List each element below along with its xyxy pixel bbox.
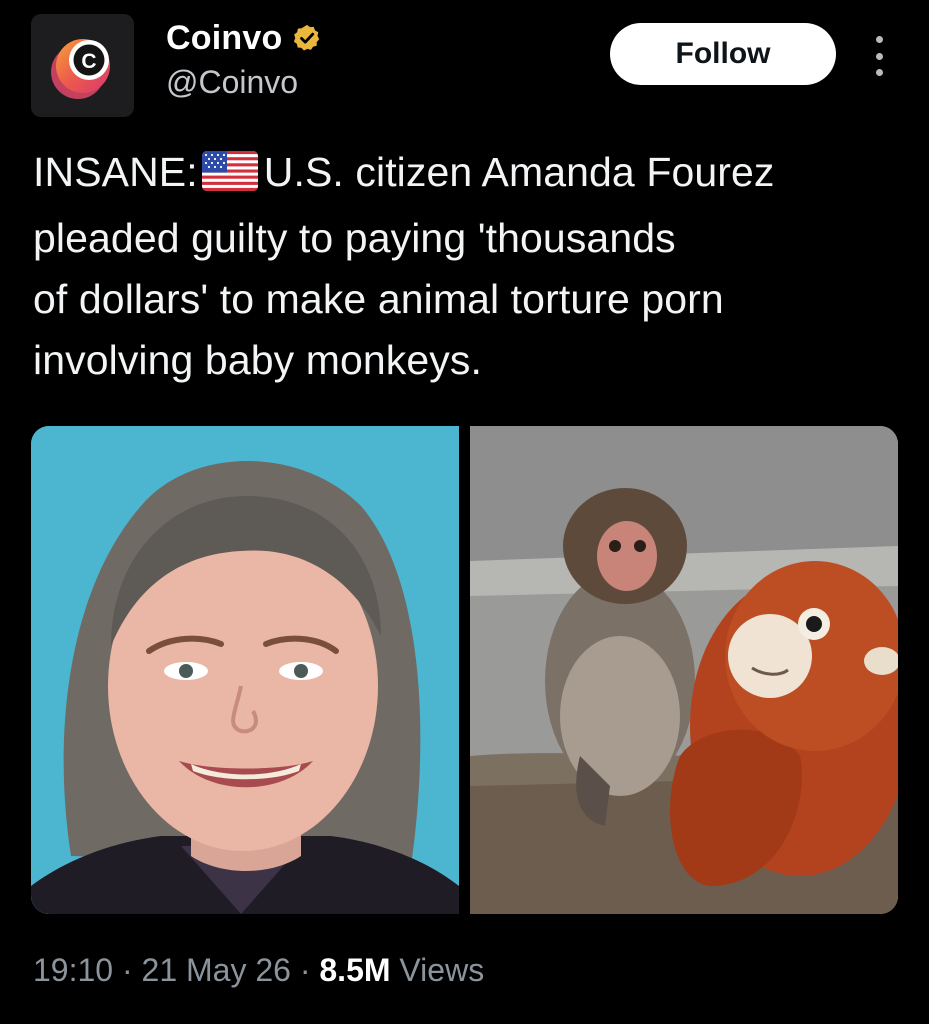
meta-separator: · xyxy=(121,952,133,988)
more-dot xyxy=(875,52,883,60)
tweet-line-1-text: U.S. citizen Amanda Fourez xyxy=(263,149,775,195)
tweet-time[interactable]: 19:10 xyxy=(33,952,113,988)
tweet-text: INSANE: U.S. citizen Amanda Fourez plead… xyxy=(33,142,903,391)
tweet-prefix: INSANE: xyxy=(33,149,198,195)
more-dot xyxy=(875,36,883,43)
tweet-line-2: pleaded guilty to paying 'thousands xyxy=(33,215,676,261)
coinvo-logo-icon: C xyxy=(51,39,110,99)
author-name-row: Coinvo xyxy=(166,16,322,60)
us-flag-icon xyxy=(201,147,258,208)
avatar-letter: C xyxy=(81,50,96,73)
author-display-name[interactable]: Coinvo xyxy=(166,19,282,58)
more-vertical-icon[interactable] xyxy=(866,36,892,76)
woman-photo[interactable] xyxy=(31,426,459,914)
tweet-media-grid xyxy=(31,426,898,914)
avatar[interactable]: C xyxy=(31,14,134,117)
verified-badge-icon xyxy=(292,23,322,53)
author-handle[interactable]: @Coinvo xyxy=(166,64,298,101)
tweet-date[interactable]: 21 May 26 xyxy=(142,952,291,988)
monkey-photo[interactable] xyxy=(470,426,898,914)
views-count: 8.5M xyxy=(319,952,391,988)
tweet-line-4: involving baby monkeys. xyxy=(33,337,482,383)
tweet-line-1: INSANE: U.S. citizen Amanda Fourez xyxy=(33,142,903,208)
follow-button[interactable]: Follow xyxy=(610,23,836,85)
tweet-line-3: of dollars' to make animal torture porn xyxy=(33,276,724,322)
tweet-header: C Coinvo @Coinvo Follow xyxy=(0,0,929,120)
views-label: Views xyxy=(399,952,485,988)
more-dot xyxy=(875,69,883,76)
meta-separator: · xyxy=(299,952,311,988)
tweet-meta: 19:10 · 21 May 26 · 8.5M Views xyxy=(33,952,484,989)
